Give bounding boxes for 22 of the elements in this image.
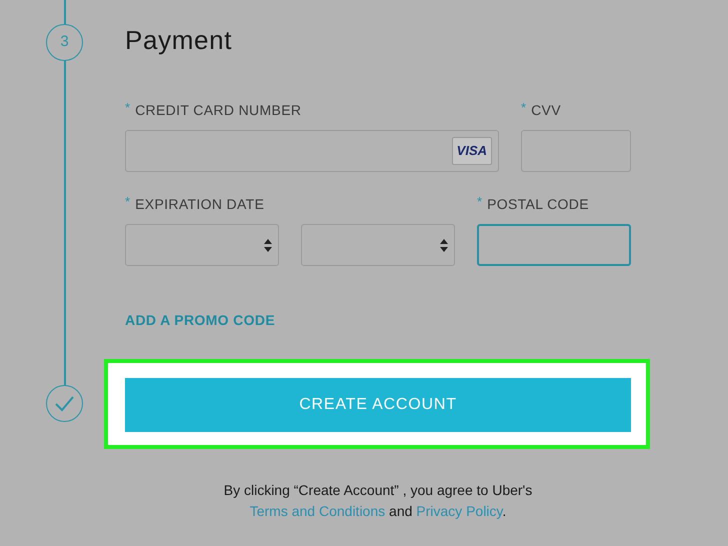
required-asterisk: * <box>477 196 482 208</box>
required-asterisk: * <box>125 102 130 114</box>
section-title: Payment <box>125 24 234 57</box>
terms-link[interactable]: Terms and Conditions <box>250 503 386 519</box>
create-account-button[interactable]: CREATE ACCOUNT <box>125 378 631 432</box>
input-field[interactable] <box>477 224 631 266</box>
input-field[interactable] <box>521 130 631 172</box>
updown-arrows-icon <box>440 238 448 252</box>
updown-arrows-icon <box>264 238 272 252</box>
required-asterisk: * <box>125 196 130 208</box>
field-label: POSTAL CODE <box>487 196 589 212</box>
field-label: EXPIRATION DATE <box>135 196 264 212</box>
privacy-link[interactable]: Privacy Policy <box>416 503 502 519</box>
terms-notice: By clicking “Create Account” , you agree to Uber's Terms and Conditions and Privacy Policy. <box>222 481 534 521</box>
required-asterisk: * <box>521 102 526 114</box>
card-brand-badge: VISA <box>452 137 492 165</box>
input-field[interactable]: VISA <box>125 130 499 172</box>
field-label: CREDIT CARD NUMBER <box>135 102 302 118</box>
promo-code-link[interactable]: ADD A PROMO CODE <box>125 310 276 331</box>
select-field[interactable] <box>301 224 455 266</box>
select-field[interactable] <box>125 224 279 266</box>
field-label: CVV <box>531 102 561 118</box>
